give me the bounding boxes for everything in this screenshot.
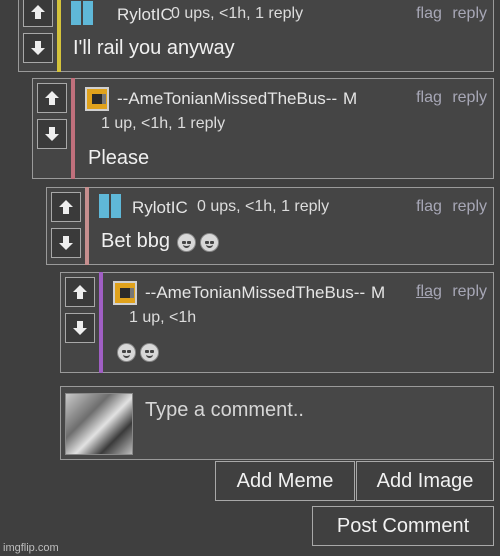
upvote-button[interactable] [23, 0, 53, 27]
post-comment-button[interactable]: Post Comment [312, 506, 494, 546]
upvote-button[interactable] [65, 277, 95, 307]
arrow-up-icon [59, 200, 73, 214]
thread-bar [85, 187, 89, 265]
comment-body: I'll rail you anyway [73, 37, 235, 59]
arrow-up-icon [31, 5, 45, 19]
comment: --AmeTonianMissedTheBus-- M flag reply 1… [60, 272, 494, 373]
downvote-button[interactable] [51, 228, 81, 258]
comment-input[interactable]: Type a comment.. [145, 399, 304, 422]
comment: RylotIC 0 ups, <1h, 1 reply flag reply B… [46, 187, 494, 265]
cat-grin-emoji [177, 233, 196, 252]
flag-link[interactable]: flag [416, 89, 442, 106]
comment-body: Bet bbg [101, 230, 170, 252]
smiling-face-emoji [117, 343, 136, 362]
comment: --AmeTonianMissedTheBus-- M flag reply 1… [32, 78, 494, 179]
moderator-badge: M [371, 283, 386, 302]
comment-actions: flag reply [410, 89, 487, 107]
comment-actions: flag reply [410, 283, 487, 301]
comment-meta: 1 up, <1h, 1 reply [101, 115, 226, 132]
comment-actions: flag reply [410, 198, 487, 216]
upvote-button[interactable] [37, 83, 67, 113]
comment-meta: 0 ups, <1h, 1 reply [171, 5, 304, 22]
flag-link[interactable]: flag [416, 198, 442, 215]
username[interactable]: RylotIC [132, 198, 188, 218]
thread-bar [71, 78, 75, 179]
comment-body: Please [88, 147, 150, 169]
flag-link[interactable]: flag [416, 5, 442, 22]
comment-emojis [117, 343, 159, 362]
arrow-down-icon [73, 321, 87, 335]
username[interactable]: --AmeTonianMissedTheBus-- [117, 89, 337, 109]
downvote-button[interactable] [65, 313, 95, 343]
downvote-button[interactable] [23, 33, 53, 63]
thread-bar [99, 272, 103, 373]
comment: RylotIC 0 ups, <1h, 1 reply flag reply I… [18, 0, 494, 72]
downvote-button[interactable] [37, 119, 67, 149]
comment-meta: 1 up, <1h [129, 309, 197, 326]
arrow-down-icon [45, 127, 59, 141]
user-thumbnail-image [65, 393, 133, 455]
reply-link[interactable]: reply [452, 5, 487, 22]
add-meme-button[interactable]: Add Meme [215, 461, 355, 501]
username[interactable]: --AmeTonianMissedTheBus-- [145, 283, 365, 303]
rylotic-avatar-icon[interactable] [99, 194, 123, 218]
reply-link[interactable]: reply [452, 198, 487, 215]
comment-composer: Type a comment.. [60, 386, 494, 460]
username[interactable]: RylotIC [117, 5, 173, 25]
comment-emojis [177, 233, 219, 252]
arrow-down-icon [59, 236, 73, 250]
reply-link[interactable]: reply [452, 89, 487, 106]
relieved-face-emoji [140, 343, 159, 362]
upvote-button[interactable] [51, 192, 81, 222]
rylotic-avatar-icon[interactable] [71, 1, 95, 25]
flag-link[interactable]: flag [416, 283, 442, 300]
arrow-up-icon [45, 91, 59, 105]
cat-smile-emoji [200, 233, 219, 252]
imgflip-watermark: imgflip.com [3, 542, 59, 554]
ametonian-avatar-icon[interactable] [85, 87, 109, 111]
thread-bar [57, 0, 61, 72]
arrow-down-icon [31, 41, 45, 55]
comment-meta: 0 ups, <1h, 1 reply [197, 198, 330, 215]
arrow-up-icon [73, 285, 87, 299]
comment-actions: flag reply [410, 5, 487, 23]
moderator-badge: M [343, 89, 358, 108]
add-image-button[interactable]: Add Image [356, 461, 494, 501]
reply-link[interactable]: reply [452, 283, 487, 300]
ametonian-avatar-icon[interactable] [113, 281, 137, 305]
